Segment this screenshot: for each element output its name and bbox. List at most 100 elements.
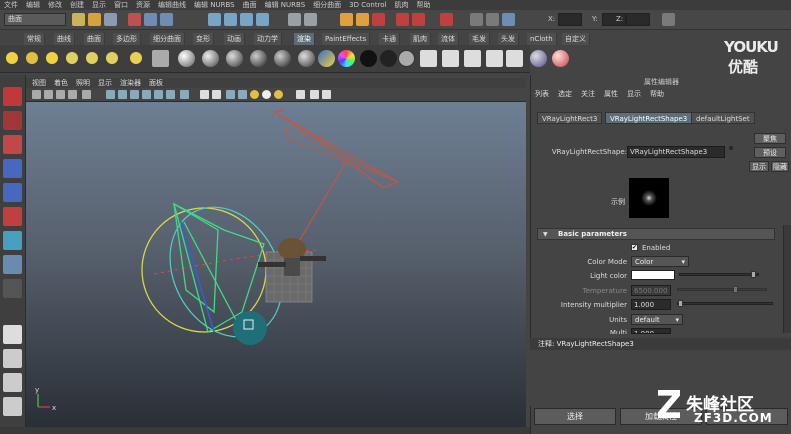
color-mode-select[interactable]: Color	[631, 256, 689, 267]
panel-layout-2-icon[interactable]	[486, 13, 499, 26]
ae-menu-item-1[interactable]: 选定	[558, 89, 572, 99]
layered-shader-icon[interactable]	[298, 50, 315, 67]
new-scene-icon[interactable]	[72, 13, 85, 26]
lambert-material-icon[interactable]	[178, 50, 195, 67]
ae-menu-item-0[interactable]: 列表	[535, 89, 549, 99]
temperature-field[interactable]: 6500.000	[631, 285, 671, 296]
shelf-tab-15[interactable]: nCloth	[527, 33, 557, 45]
shelf-tab-6[interactable]: 动画	[224, 33, 245, 45]
area-light-icon[interactable]	[66, 52, 78, 64]
intensity-field[interactable]: 1.000	[631, 299, 671, 310]
intensity-knob[interactable]	[678, 300, 683, 307]
shelf-tab-1[interactable]: 曲线	[54, 33, 75, 45]
menu-item-5[interactable]: 窗口	[114, 0, 128, 10]
paint-select-tool-icon[interactable]	[3, 135, 22, 154]
shelf-tab-16[interactable]: 自定义	[562, 33, 590, 45]
wireframe-on-shaded-icon[interactable]	[130, 90, 139, 99]
phong-e-material-icon[interactable]	[250, 50, 267, 67]
menu-item-11[interactable]: 细分曲面	[313, 0, 341, 10]
shelf-tab-5[interactable]: 变形	[193, 33, 214, 45]
render-globals-icon[interactable]	[152, 50, 169, 67]
directional-light-icon[interactable]	[46, 52, 58, 64]
camera-attributes-icon[interactable]	[44, 90, 53, 99]
move-tool-icon[interactable]	[3, 159, 22, 178]
shelf-tab-12[interactable]: 流体	[438, 33, 459, 45]
scale-tool-icon[interactable]	[3, 207, 22, 226]
save-scene-icon[interactable]	[104, 13, 117, 26]
attribute-scrollbar[interactable]	[783, 225, 791, 333]
attribute-editor-icon[interactable]	[662, 13, 675, 26]
select-hierarchy-icon[interactable]	[128, 13, 141, 26]
menu-item-7[interactable]: 编辑曲线	[158, 0, 186, 10]
ambient-occlusion-icon[interactable]	[274, 90, 283, 99]
shelf-tab-7[interactable]: 动力学	[254, 33, 282, 45]
side-by-side-layout-icon[interactable]	[3, 373, 22, 392]
ramp-shader-icon[interactable]	[318, 50, 335, 67]
coord-z-field[interactable]	[626, 13, 650, 26]
node-arrow-icon[interactable]	[729, 146, 733, 150]
resolution-gate-icon[interactable]	[238, 90, 247, 99]
menu-set-select[interactable]: 曲面	[4, 13, 66, 26]
render-settings-icon[interactable]	[372, 13, 385, 26]
vray-dome-icon[interactable]	[486, 50, 503, 67]
soft-mod-tool-icon[interactable]	[3, 255, 22, 274]
vray-material-icon[interactable]	[530, 50, 547, 67]
anisotropic-material-icon[interactable]	[274, 50, 291, 67]
basic-parameters-header[interactable]: Basic parameters	[537, 228, 775, 240]
intensity-slider[interactable]	[677, 302, 773, 305]
panel-layout-icon[interactable]	[470, 13, 483, 26]
viewport-menu-item-0[interactable]: 视图	[32, 78, 46, 88]
coord-x-field[interactable]	[558, 13, 582, 26]
open-scene-icon[interactable]	[88, 13, 101, 26]
ipr-render-icon[interactable]	[356, 13, 369, 26]
shelf-tab-10[interactable]: 卡通	[379, 33, 400, 45]
viewport-menu-item-2[interactable]: 照明	[76, 78, 90, 88]
snap-curve-icon[interactable]	[224, 13, 237, 26]
viewport-menu-item-3[interactable]: 显示	[98, 78, 112, 88]
viewport-menu-item-1[interactable]: 着色	[54, 78, 68, 88]
tab-vraylightrectshape3[interactable]: VRayLightRectShape3	[605, 112, 693, 124]
wireframe-icon[interactable]	[106, 90, 115, 99]
shelf-tab-9[interactable]: PaintEffects	[322, 33, 371, 45]
safe-action-icon[interactable]	[322, 90, 331, 99]
phong-material-icon[interactable]	[226, 50, 243, 67]
spot-light-icon[interactable]	[26, 52, 38, 64]
render-view-icon[interactable]	[412, 13, 425, 26]
point-light-icon[interactable]	[6, 52, 18, 64]
bookmark-icon[interactable]	[56, 90, 65, 99]
select-component-icon[interactable]	[160, 13, 173, 26]
vray-render-icon[interactable]	[420, 50, 437, 67]
shelf-tab-13[interactable]: 毛发	[469, 33, 490, 45]
input-ops-icon[interactable]	[304, 13, 317, 26]
light-color-swatch[interactable]	[631, 270, 675, 280]
display-textures-icon[interactable]	[262, 90, 271, 99]
pivot-handle[interactable]	[233, 311, 267, 345]
select-object-icon[interactable]	[144, 13, 157, 26]
vray-rect-light-frame[interactable]	[273, 109, 400, 251]
textured-icon[interactable]	[166, 90, 175, 99]
menu-item-1[interactable]: 编辑	[26, 0, 40, 10]
display-lights-icon[interactable]	[250, 90, 259, 99]
menu-item-8[interactable]: 编辑 NURBS	[194, 0, 235, 10]
lasso-tool-icon[interactable]	[3, 111, 22, 130]
ae-menu-item-5[interactable]: 帮助	[650, 89, 664, 99]
history-icon[interactable]	[288, 13, 301, 26]
shelf-tab-14[interactable]: 头发	[498, 33, 519, 45]
ae-menu-item-2[interactable]: 关注	[581, 89, 595, 99]
shadows-icon[interactable]	[200, 90, 209, 99]
hud-icon[interactable]	[296, 90, 305, 99]
shelf-tab-8[interactable]: 渲染	[294, 33, 315, 45]
menu-item-13[interactable]: 肌肉	[395, 0, 409, 10]
render-frame-icon[interactable]	[340, 13, 353, 26]
four-view-layout-icon[interactable]	[3, 349, 22, 368]
light-color-knob[interactable]	[751, 271, 756, 278]
last-tool-icon[interactable]	[3, 279, 22, 298]
menu-item-10[interactable]: 编辑 NURBS	[265, 0, 306, 10]
character-model[interactable]	[258, 238, 326, 303]
light-spark-icon[interactable]	[130, 52, 142, 64]
multiplier-field[interactable]: 1.000	[631, 328, 671, 334]
shelf-tab-11[interactable]: 肌肉	[410, 33, 431, 45]
tab-defaultlightset[interactable]: defaultLightSet	[691, 112, 755, 124]
use-background-icon[interactable]	[398, 50, 415, 67]
snap-plane-icon[interactable]	[256, 13, 269, 26]
